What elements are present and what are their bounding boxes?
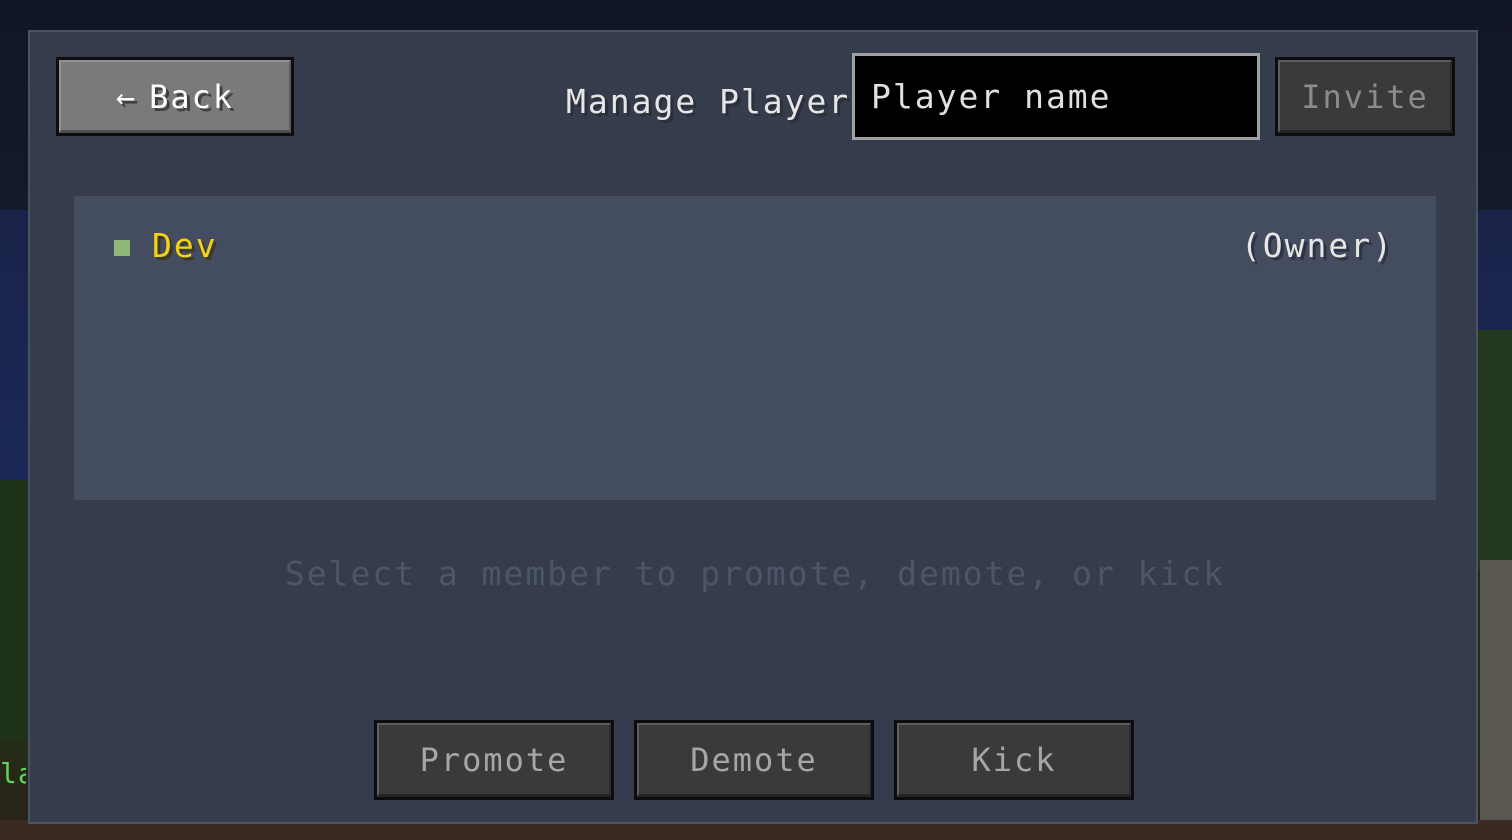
- hud-chat-text: la: [0, 757, 26, 790]
- manage-players-panel: ← Back Manage Player Invite Dev (Owner) …: [28, 30, 1478, 824]
- page-title: Manage Player: [566, 82, 851, 121]
- background-stone: [1480, 560, 1512, 840]
- invite-button[interactable]: Invite: [1275, 57, 1455, 136]
- selection-hint: Select a member to promote, demote, or k…: [284, 554, 1226, 593]
- demote-button-label: Demote: [690, 741, 818, 779]
- member-row[interactable]: Dev (Owner): [74, 220, 1436, 272]
- kick-button[interactable]: Kick: [894, 720, 1134, 800]
- invite-button-label: Invite: [1301, 77, 1429, 116]
- back-button-label: Back: [149, 77, 235, 116]
- screen: la ← Back Manage Player Invite Dev (Owne…: [0, 0, 1512, 840]
- member-role: (Owner): [1240, 226, 1394, 265]
- promote-button[interactable]: Promote: [374, 720, 614, 800]
- back-button[interactable]: ← Back: [56, 57, 294, 136]
- member-status-icon: [114, 240, 130, 256]
- member-list: Dev (Owner): [74, 196, 1436, 500]
- demote-button[interactable]: Demote: [634, 720, 874, 800]
- player-name-input[interactable]: [852, 53, 1260, 140]
- background-grass: [0, 480, 28, 740]
- promote-button-label: Promote: [419, 741, 569, 779]
- member-name: Dev: [152, 226, 218, 265]
- kick-button-label: Kick: [971, 741, 1057, 779]
- left-arrow-icon: ←: [115, 77, 138, 116]
